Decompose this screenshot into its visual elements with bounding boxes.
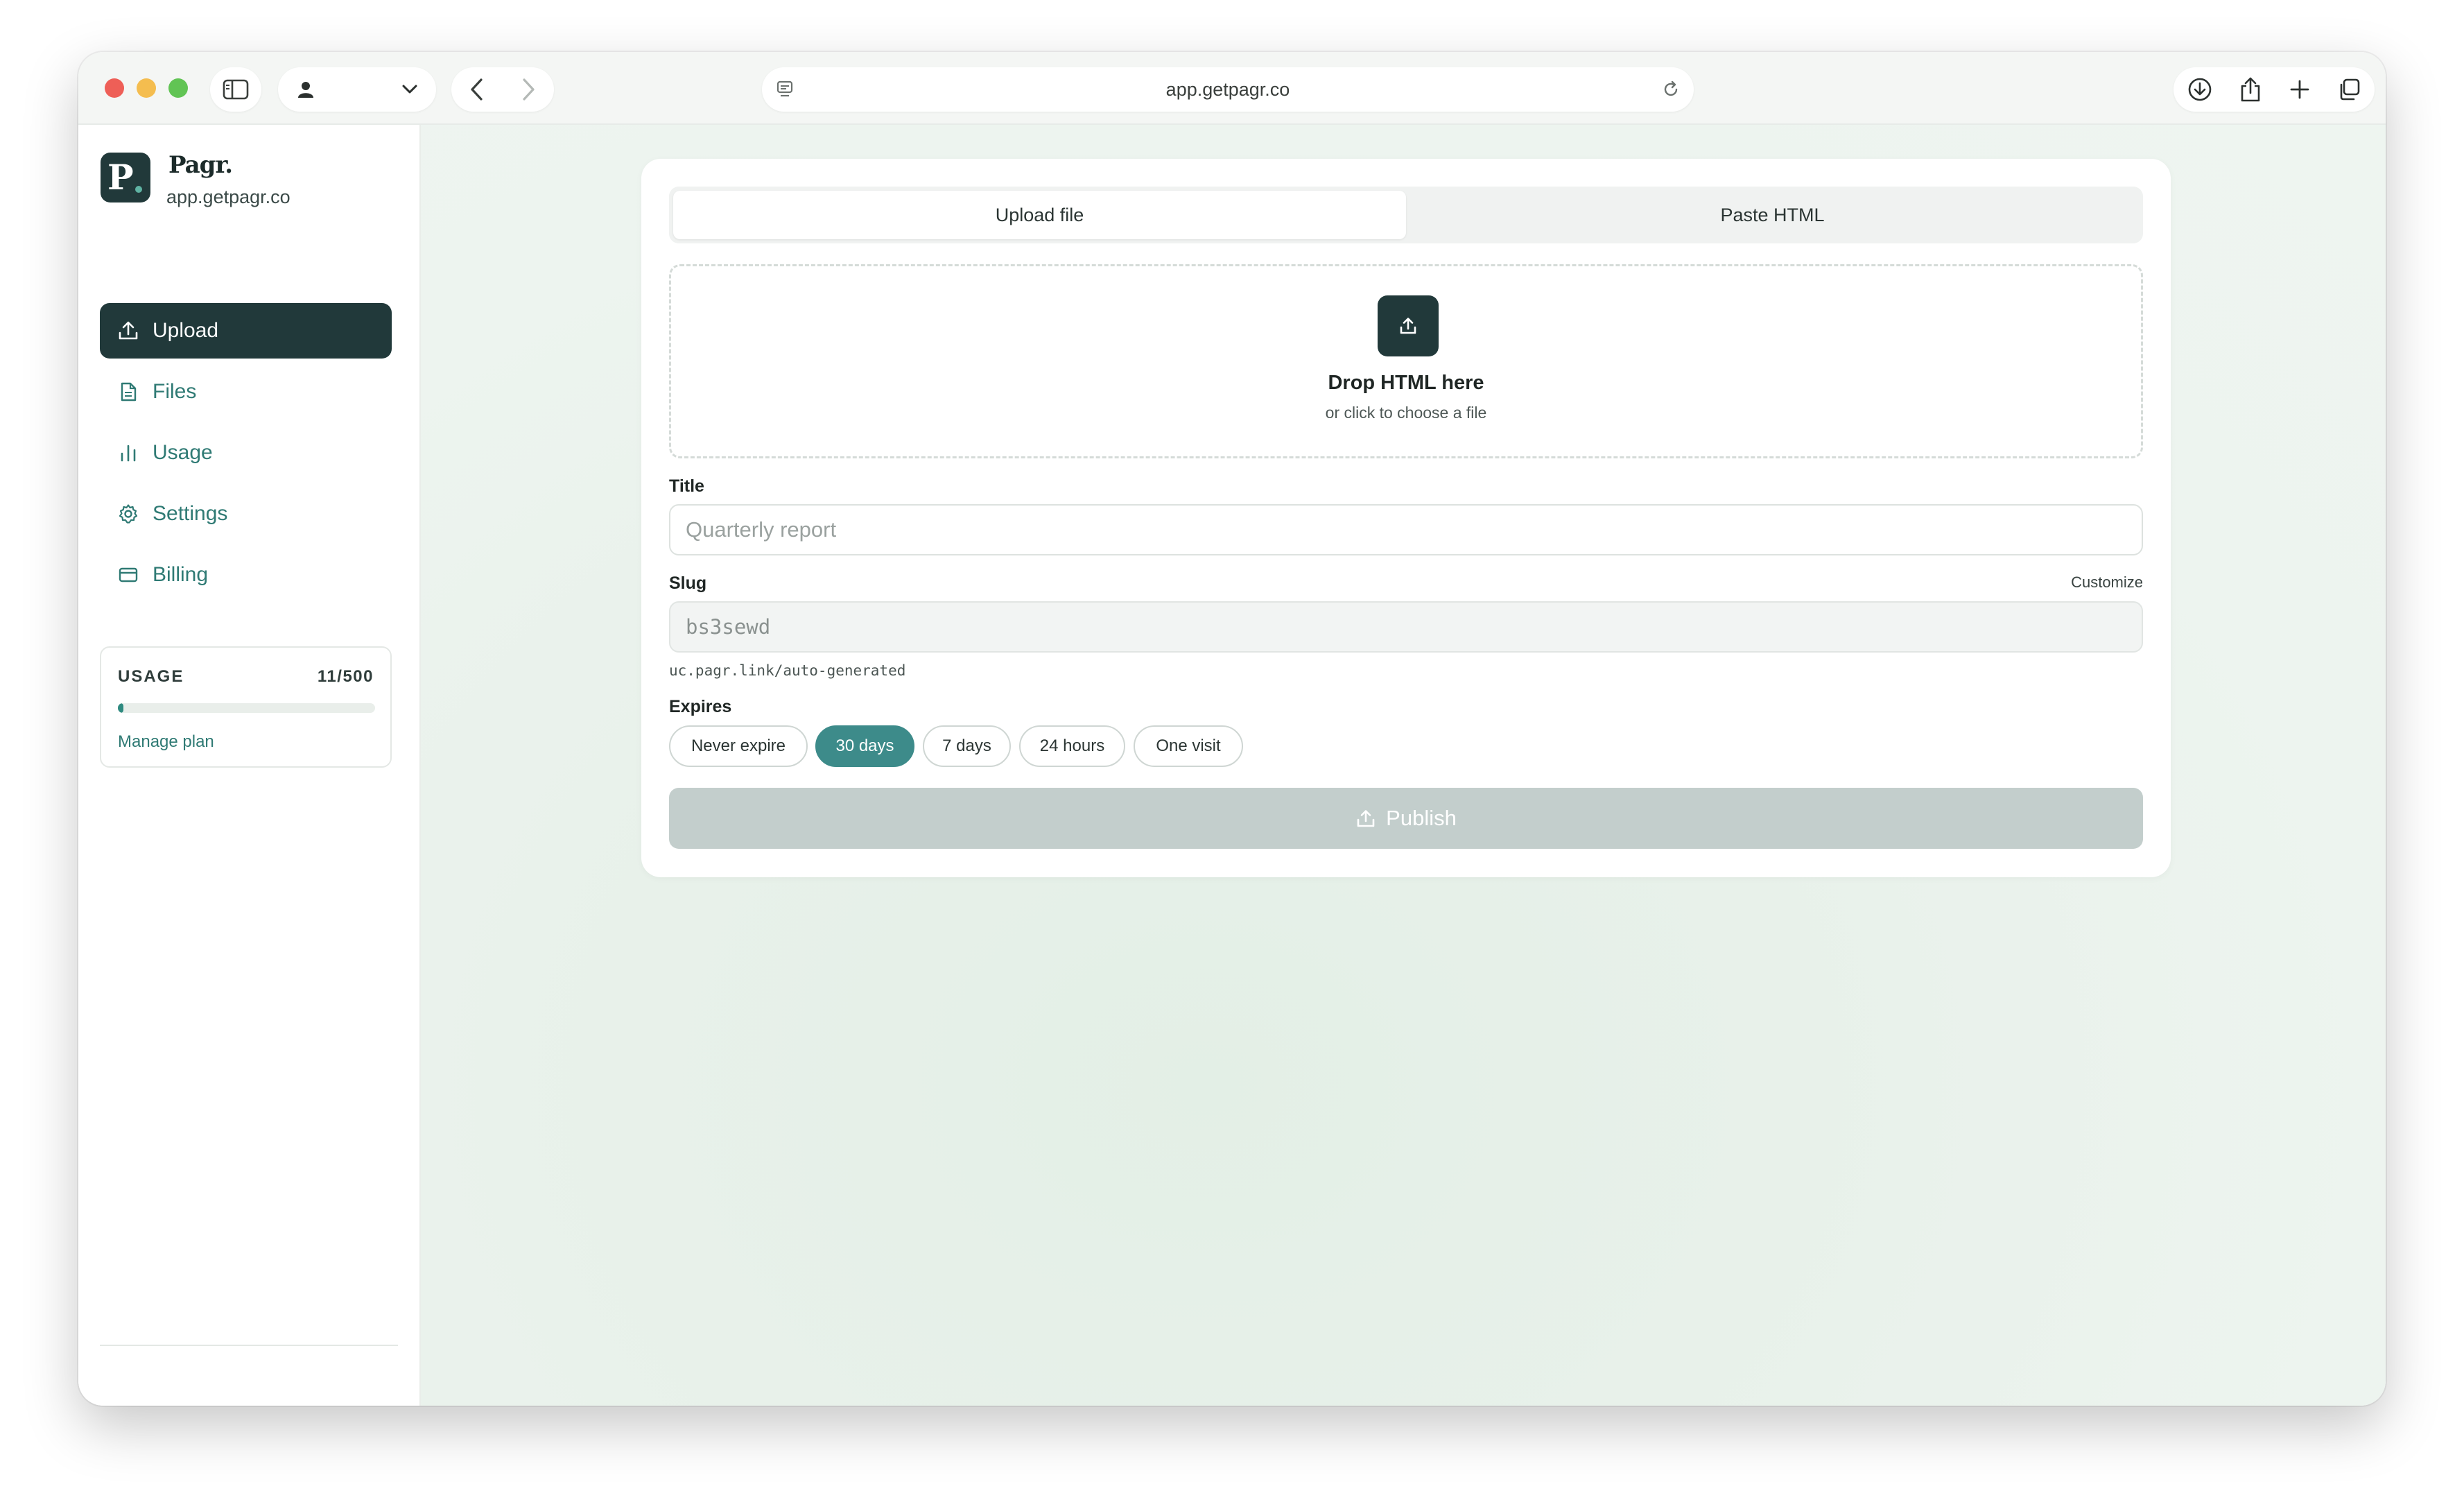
brand-domain: app.getpagr.co: [166, 187, 290, 207]
gear-icon: [118, 503, 139, 524]
profile-menu-button[interactable]: [278, 67, 436, 112]
tab-paste-html[interactable]: Paste HTML: [1406, 191, 2139, 239]
expires-option-30-days[interactable]: 30 days: [815, 725, 914, 767]
sidebar-item-settings[interactable]: Settings: [100, 486, 392, 542]
forward-button[interactable]: [521, 78, 536, 101]
upload-icon: [1398, 316, 1418, 336]
person-icon: [296, 80, 315, 99]
bar-chart-icon: [118, 442, 139, 463]
drop-upload-button[interactable]: [1378, 295, 1439, 356]
customize-slug-button[interactable]: Customize: [2071, 574, 2143, 592]
share-icon[interactable]: [2239, 76, 2262, 103]
usage-title: USAGE: [118, 667, 184, 686]
usage-count: 11/500: [317, 667, 374, 686]
reload-icon[interactable]: [1662, 80, 1680, 98]
usage-progress-bar: [118, 703, 375, 713]
sidebar-item-label: Files: [153, 380, 197, 403]
new-tab-icon[interactable]: [2289, 79, 2310, 100]
brand-name: Pagr.: [168, 151, 233, 179]
history-nav: [451, 67, 554, 112]
download-icon[interactable]: [2187, 77, 2212, 102]
address-url: app.getpagr.co: [1165, 79, 1290, 100]
browser-window: app.getpagr.co P Pagr. app.getpagr.co Up…: [78, 52, 2386, 1406]
brand-logo-letter: P: [107, 157, 134, 198]
file-dropzone[interactable]: Drop HTML here or click to choose a file: [669, 264, 2143, 458]
usage-card: USAGE 11/500 Manage plan: [100, 646, 392, 768]
chevron-down-icon: [401, 84, 418, 95]
slug-label: Slug: [669, 574, 707, 593]
expires-option-24-hours[interactable]: 24 hours: [1019, 725, 1125, 767]
sidebar-item-files[interactable]: Files: [100, 364, 392, 420]
file-icon: [118, 381, 139, 402]
sidebar-item-label: Settings: [153, 502, 228, 525]
sidebar-toggle-button[interactable]: [210, 67, 261, 112]
back-button[interactable]: [469, 78, 485, 101]
tab-overview-icon[interactable]: [2337, 78, 2361, 101]
credit-card-icon: [118, 564, 139, 585]
sidebar-item-usage[interactable]: Usage: [100, 425, 392, 481]
title-label: Title: [669, 476, 704, 496]
upload-mode-tabs: Upload file Paste HTML: [669, 187, 2143, 243]
sidebar: P Pagr. app.getpagr.co Upload Files Usag…: [78, 125, 421, 1406]
brand-logo-dot: [135, 186, 142, 193]
browser-toolbar: app.getpagr.co: [78, 52, 2386, 125]
sidebar-item-label: Billing: [153, 563, 209, 586]
toolbar-actions: [2174, 67, 2375, 112]
upload-icon: [118, 320, 139, 341]
expires-option-one-visit[interactable]: One visit: [1134, 725, 1243, 767]
publish-label: Publish: [1386, 806, 1457, 830]
sidebar-item-upload[interactable]: Upload: [100, 303, 392, 359]
sidebar-item-label: Usage: [153, 441, 213, 464]
sidebar-toggle-icon: [223, 79, 249, 100]
sidebar-item-billing[interactable]: Billing: [100, 547, 392, 603]
slug-input[interactable]: bs3sewd: [669, 601, 2143, 653]
sidebar-item-label: Upload: [153, 319, 219, 342]
brand-logo[interactable]: P: [101, 153, 150, 202]
expires-option-never[interactable]: Never expire: [669, 725, 808, 767]
expires-option-7-days[interactable]: 7 days: [923, 725, 1011, 767]
upload-icon: [1355, 808, 1376, 829]
dropzone-title: Drop HTML here: [1328, 372, 1484, 394]
address-bar[interactable]: app.getpagr.co: [762, 67, 1694, 112]
minimize-window-button[interactable]: [137, 78, 156, 98]
title-input[interactable]: Quarterly report: [669, 504, 2143, 555]
sidebar-divider: [100, 1345, 398, 1346]
expires-label: Expires: [669, 697, 732, 716]
manage-plan-link[interactable]: Manage plan: [118, 732, 214, 752]
upload-card: Upload file Paste HTML Drop HTML here or…: [641, 159, 2171, 877]
close-window-button[interactable]: [105, 78, 124, 98]
main-content: Upload file Paste HTML Drop HTML here or…: [421, 125, 2386, 1406]
dropzone-subtitle: or click to choose a file: [1325, 404, 1487, 422]
usage-progress-fill: [118, 703, 124, 713]
publish-button[interactable]: Publish: [669, 788, 2143, 849]
zoom-window-button[interactable]: [168, 78, 188, 98]
tab-upload-file[interactable]: Upload file: [673, 191, 1406, 239]
slug-hint: uc.pagr.link/auto-generated: [669, 662, 906, 679]
